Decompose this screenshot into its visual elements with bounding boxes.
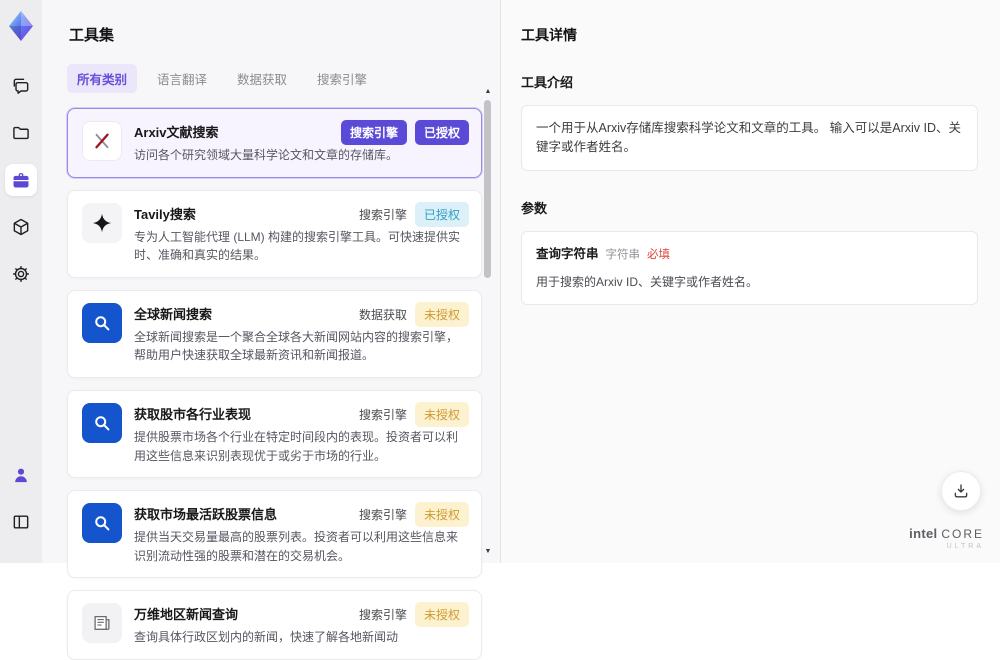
- intro-text: 一个用于从Arxiv存储库搜索科学论文和文章的工具。 输入可以是Arxiv ID…: [536, 121, 962, 154]
- tab-2[interactable]: 数据获取: [227, 64, 297, 93]
- tab-0[interactable]: 所有类别: [67, 64, 138, 93]
- search-icon: [82, 503, 122, 544]
- tool-list-panel: 工具集 所有类别 语言翻译 数据获取 搜索引擎 Arxiv文献搜索 访问各个研究领域大…: [42, 0, 500, 660]
- folder-nav-icon[interactable]: [5, 117, 37, 149]
- status-badge: 未授权: [414, 502, 469, 528]
- search-icon: [82, 402, 122, 443]
- page-title: 工具集: [69, 27, 115, 44]
- status-badge: 已授权: [414, 120, 469, 145]
- tool-list: Arxiv文献搜索 访问各个研究领域大量科学论文和文章的存储库。 搜索引擎 已授…: [67, 108, 482, 660]
- category-badge: 搜索引擎: [358, 508, 407, 523]
- param-type: 字符串: [605, 248, 641, 261]
- app-window: 工具集 所有类别 语言翻译 数据获取 搜索引擎 Arxiv文献搜索 访问各个研究领域大…: [0, 0, 1000, 660]
- category-badge: 搜索引擎: [358, 207, 407, 222]
- tool-description: 访问各个研究领域大量科学论文和文章的存储库。: [134, 148, 399, 162]
- chat-nav-icon[interactable]: [5, 70, 37, 102]
- intel-core-logo: intel CORE ULTRA: [909, 526, 984, 551]
- category-badge: 搜索引擎: [358, 407, 407, 422]
- intro-box: 一个用于从Arxiv存储库搜索科学论文和文章的工具。 输入可以是Arxiv ID…: [521, 105, 978, 171]
- category-tabs: 所有类别 语言翻译 数据获取 搜索引擎: [67, 64, 500, 93]
- param-name: 查询字符串: [536, 246, 599, 261]
- tool-card[interactable]: 获取市场最活跃股票信息 提供当天交易量最高的股票列表。投资者可以利用这些信息来识…: [67, 490, 482, 579]
- star-icon: [82, 202, 122, 243]
- tool-card[interactable]: Tavily搜索 专为人工智能代理 (LLM) 构建的搜索引擎工具。可快速提供实…: [67, 189, 482, 278]
- arxiv-icon: [82, 121, 122, 161]
- tool-card[interactable]: 万维地区新闻查询 查询具体行政区划内的新闻，快速了解各地新闻动 搜索引擎 未授权: [67, 590, 482, 660]
- status-badge: 未授权: [414, 401, 469, 427]
- left-icon-rail: [0, 0, 42, 563]
- tool-description: 查询具体行政区划内的新闻，快速了解各地新闻动: [134, 630, 399, 645]
- tool-description: 全球新闻搜索是一个聚合全球各大新闻网站内容的搜索引擎，帮助用户快速获取全球最新资…: [134, 329, 459, 363]
- download-button[interactable]: [941, 471, 981, 511]
- details-title: 工具详情: [521, 27, 577, 43]
- tool-description: 专为人工智能代理 (LLM) 构建的搜索引擎工具。可快速提供实时、准确和真实的结…: [134, 229, 461, 263]
- scrollbar-thumb[interactable]: [484, 100, 491, 278]
- category-badge: 数据获取: [358, 307, 407, 322]
- scroll-down-arrow-icon[interactable]: ▼: [484, 548, 492, 555]
- tool-description: 提供股票市场各个行业在特定时间段内的表现。投资者可以利用这些信息来识别表现优于或…: [134, 429, 459, 463]
- param-box: 查询字符串 字符串 必填 用于搜索的Arxiv ID、关键字或作者姓名。: [521, 230, 978, 305]
- toolbox-nav-icon[interactable]: [5, 164, 37, 196]
- param-required-badge: 必填: [647, 248, 671, 261]
- params-heading: 参数: [521, 200, 548, 216]
- ultra-word: ULTRA: [946, 543, 984, 551]
- status-badge: 未授权: [414, 602, 469, 628]
- scroll-up-arrow-icon[interactable]: ▲: [484, 88, 492, 95]
- tab-3[interactable]: 搜索引擎: [307, 64, 377, 93]
- list-scrollbar: ▲ ▼: [483, 88, 493, 557]
- news-icon: [82, 603, 122, 644]
- cube-nav-icon[interactable]: [5, 211, 37, 243]
- core-word: CORE: [941, 527, 984, 542]
- tool-details-panel: 工具详情 工具介绍 一个用于从Arxiv存储库搜索科学论文和文章的工具。 输入可…: [500, 0, 1000, 563]
- category-badge: 搜索引擎: [340, 120, 407, 145]
- tool-card[interactable]: Arxiv文献搜索 访问各个研究领域大量科学论文和文章的存储库。 搜索引擎 已授…: [67, 108, 482, 178]
- download-icon: [954, 484, 968, 498]
- category-badge: 搜索引擎: [358, 608, 407, 623]
- intro-heading: 工具介绍: [521, 75, 574, 90]
- tool-card[interactable]: 获取股市各行业表现 提供股票市场各个行业在特定时间段内的表现。投资者可以利用这些…: [67, 389, 482, 479]
- tool-card[interactable]: 全球新闻搜索 全球新闻搜索是一个聚合全球各大新闻网站内容的搜索引擎，帮助用户快速…: [67, 289, 482, 378]
- settings-gear-icon[interactable]: [5, 258, 37, 290]
- tab-1[interactable]: 语言翻译: [147, 64, 217, 93]
- param-description: 用于搜索的Arxiv ID、关键字或作者姓名。: [536, 274, 759, 289]
- status-badge: 已授权: [414, 201, 469, 227]
- app-logo-icon: [3, 8, 39, 44]
- tool-description: 提供当天交易量最高的股票列表。投资者可以利用这些信息来识别流动性强的股票和潜在的…: [134, 530, 459, 563]
- search-icon: [82, 302, 122, 343]
- collapse-panel-icon[interactable]: [5, 506, 37, 538]
- intel-word: intel: [909, 526, 938, 542]
- status-badge: 未授权: [414, 301, 469, 327]
- user-profile-icon[interactable]: [5, 459, 37, 491]
